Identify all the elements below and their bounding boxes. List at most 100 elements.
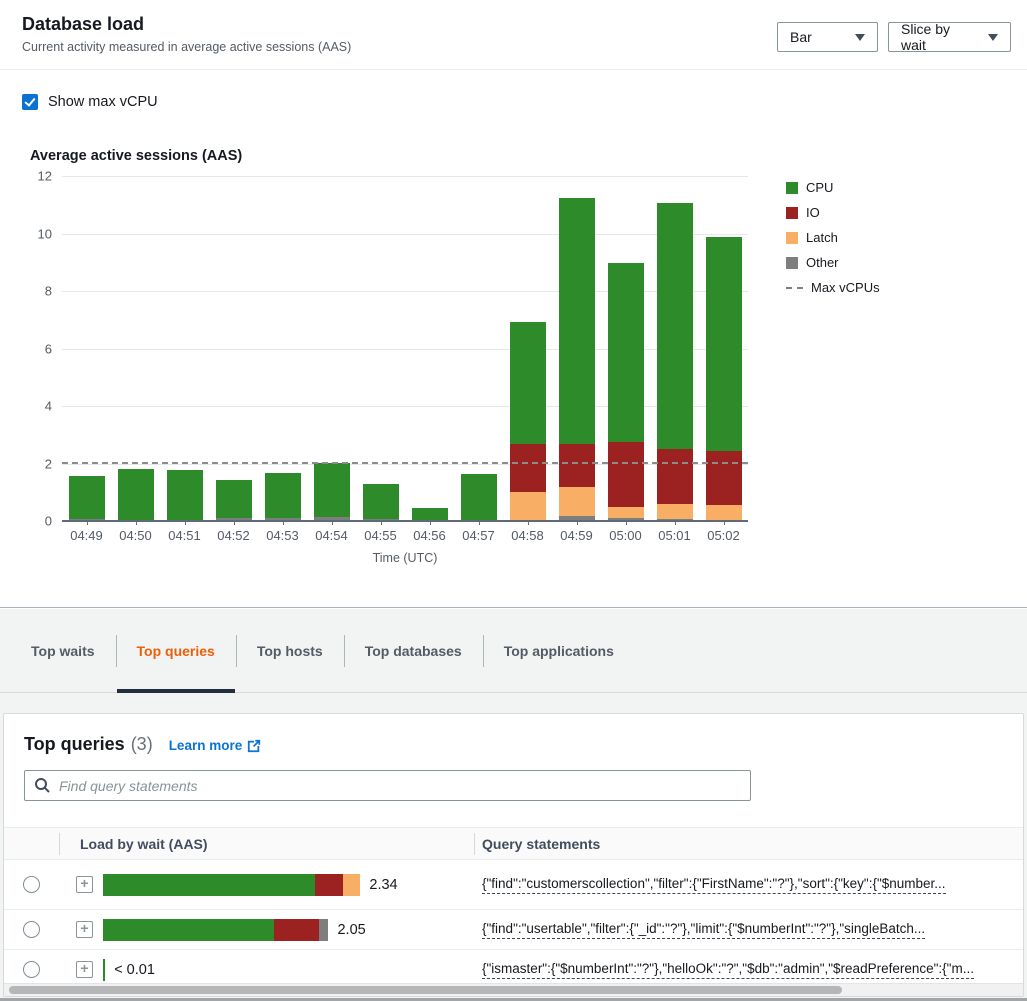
query-statement-link[interactable]: {"ismaster":{"$numberInt":"?"},"helloOk"… (482, 961, 974, 979)
y-tick-label: 0 (45, 514, 52, 529)
legend-swatch (786, 207, 798, 219)
tab-top-queries[interactable]: Top queries (116, 609, 236, 692)
bar-segment-io[interactable] (608, 442, 644, 507)
bar-segment-cpu[interactable] (363, 484, 399, 519)
expand-row-button[interactable]: + (76, 921, 93, 938)
bar-segment-cpu[interactable] (412, 508, 448, 520)
x-tick-label: 04:53 (266, 528, 299, 543)
slice-by-select[interactable]: Slice by wait (888, 22, 1011, 52)
learn-more-link[interactable]: Learn more (169, 738, 262, 753)
bar-segment-cpu[interactable] (314, 463, 350, 517)
bar-segment-cpu[interactable] (265, 473, 301, 518)
tab-top-waits[interactable]: Top waits (10, 609, 116, 692)
row-radio-button[interactable] (23, 961, 40, 978)
stacked-bar[interactable] (363, 484, 399, 521)
expand-row-button[interactable]: + (76, 961, 93, 978)
stacked-bar[interactable] (510, 322, 546, 521)
tab-top-applications[interactable]: Top applications (483, 609, 635, 692)
performance-insights-page: Database load Current activity measured … (0, 0, 1027, 1001)
tab-top-hosts[interactable]: Top hosts (236, 609, 344, 692)
stacked-bar[interactable] (265, 473, 301, 521)
bar-segment-cpu[interactable] (657, 203, 693, 449)
bar-segment-io[interactable] (559, 444, 595, 487)
bar-segment-io[interactable] (510, 444, 546, 492)
stacked-bar[interactable] (608, 263, 644, 521)
query-cell: {"find":"customerscollection","filter":{… (474, 860, 1023, 909)
query-statement-link[interactable]: {"find":"usertable","filter":{"_id":"?"}… (482, 921, 925, 939)
stacked-bar[interactable] (216, 480, 252, 521)
panel-header: Top queries (3) Learn more (4, 714, 1023, 755)
bar-segment-cpu[interactable] (461, 474, 497, 519)
bar-segment-cpu[interactable] (706, 237, 742, 451)
horizontal-scrollbar (4, 983, 1023, 996)
max-vcpus-dash-swatch (786, 287, 803, 289)
load-bar-segment-latch (343, 874, 361, 896)
bar-segment-cpu[interactable] (559, 198, 595, 444)
plot-area (62, 176, 748, 521)
stacked-bar[interactable] (167, 470, 203, 521)
bar-segment-cpu[interactable] (510, 322, 546, 444)
y-tick-label: 2 (45, 456, 52, 471)
gridline (62, 234, 748, 235)
bar-segment-latch[interactable] (608, 507, 644, 518)
chart-type-select-value: Bar (790, 29, 812, 45)
query-statement-link[interactable]: {"find":"customerscollection","filter":{… (482, 876, 946, 894)
legend-item-other: Other (786, 255, 880, 270)
y-tick-label: 4 (45, 399, 52, 414)
load-bar-segment-other (319, 919, 329, 941)
stacked-bar[interactable] (559, 198, 595, 521)
legend-item-max-vcpus: Max vCPUs (786, 280, 880, 295)
bar-segment-cpu[interactable] (167, 470, 203, 520)
show-max-vcpu-checkbox[interactable] (22, 94, 38, 110)
chevron-down-icon (855, 34, 865, 41)
load-bar-segment-io (315, 874, 343, 896)
row-radio-button[interactable] (23, 876, 40, 893)
load-by-wait-cell: +2.05 (59, 910, 474, 949)
chart-controls: Bar Slice by wait (777, 22, 1011, 52)
bar-segment-io[interactable] (706, 451, 742, 505)
scrollbar-thumb[interactable] (9, 986, 842, 994)
x-tick-label: 04:57 (462, 528, 495, 543)
bar-segment-cpu[interactable] (118, 469, 154, 520)
bar-segment-cpu[interactable] (69, 476, 105, 519)
gridline (62, 349, 748, 350)
stacked-bar[interactable] (461, 474, 497, 521)
table-body: +2.34 {"find":"customerscollection","filt… (4, 860, 1023, 990)
bar-segment-cpu[interactable] (608, 263, 644, 442)
x-tick-label: 04:49 (70, 528, 103, 543)
bar-segment-latch[interactable] (510, 492, 546, 520)
bar-segment-latch[interactable] (706, 505, 742, 520)
chart-type-select[interactable]: Bar (777, 22, 878, 52)
bar-segment-latch[interactable] (657, 504, 693, 519)
lower-section: Top waitsTop queriesTop hostsTop databas… (0, 609, 1027, 1001)
legend-label: Latch (806, 230, 838, 245)
stacked-bar[interactable] (118, 469, 154, 521)
search-input[interactable] (24, 770, 751, 801)
bar-segment-cpu[interactable] (216, 480, 252, 518)
gridline (62, 176, 748, 177)
stacked-bar[interactable] (657, 203, 693, 521)
expand-row-button[interactable]: + (76, 876, 93, 893)
legend-label: IO (806, 205, 820, 220)
header-titles: Database load Current activity measured … (22, 14, 351, 54)
stacked-bar[interactable] (69, 476, 105, 521)
load-bar (103, 959, 105, 981)
top-queries-panel: Top queries (3) Learn more Load by wait … (3, 713, 1024, 997)
show-max-vcpu-row: Show max vCPU (0, 70, 1027, 110)
query-search (24, 770, 751, 801)
row-radio-button[interactable] (23, 921, 40, 938)
selection-cell (4, 910, 59, 949)
stacked-bar[interactable] (706, 237, 742, 521)
stacked-bar[interactable] (314, 463, 350, 521)
table-row: +2.05 {"find":"usertable","filter":{"_id"… (4, 910, 1023, 950)
tab-top-databases[interactable]: Top databases (344, 609, 483, 692)
x-axis-title: Time (UTC) (62, 551, 748, 565)
load-by-wait-cell: +2.34 (59, 860, 474, 909)
x-tick-label: 05:01 (658, 528, 691, 543)
gridline (62, 464, 748, 465)
y-tick-label: 6 (45, 341, 52, 356)
bar-segment-io[interactable] (657, 449, 693, 504)
page-subtitle: Current activity measured in average act… (22, 40, 351, 54)
bar-segment-latch[interactable] (559, 487, 595, 516)
load-value: < 0.01 (114, 962, 155, 978)
